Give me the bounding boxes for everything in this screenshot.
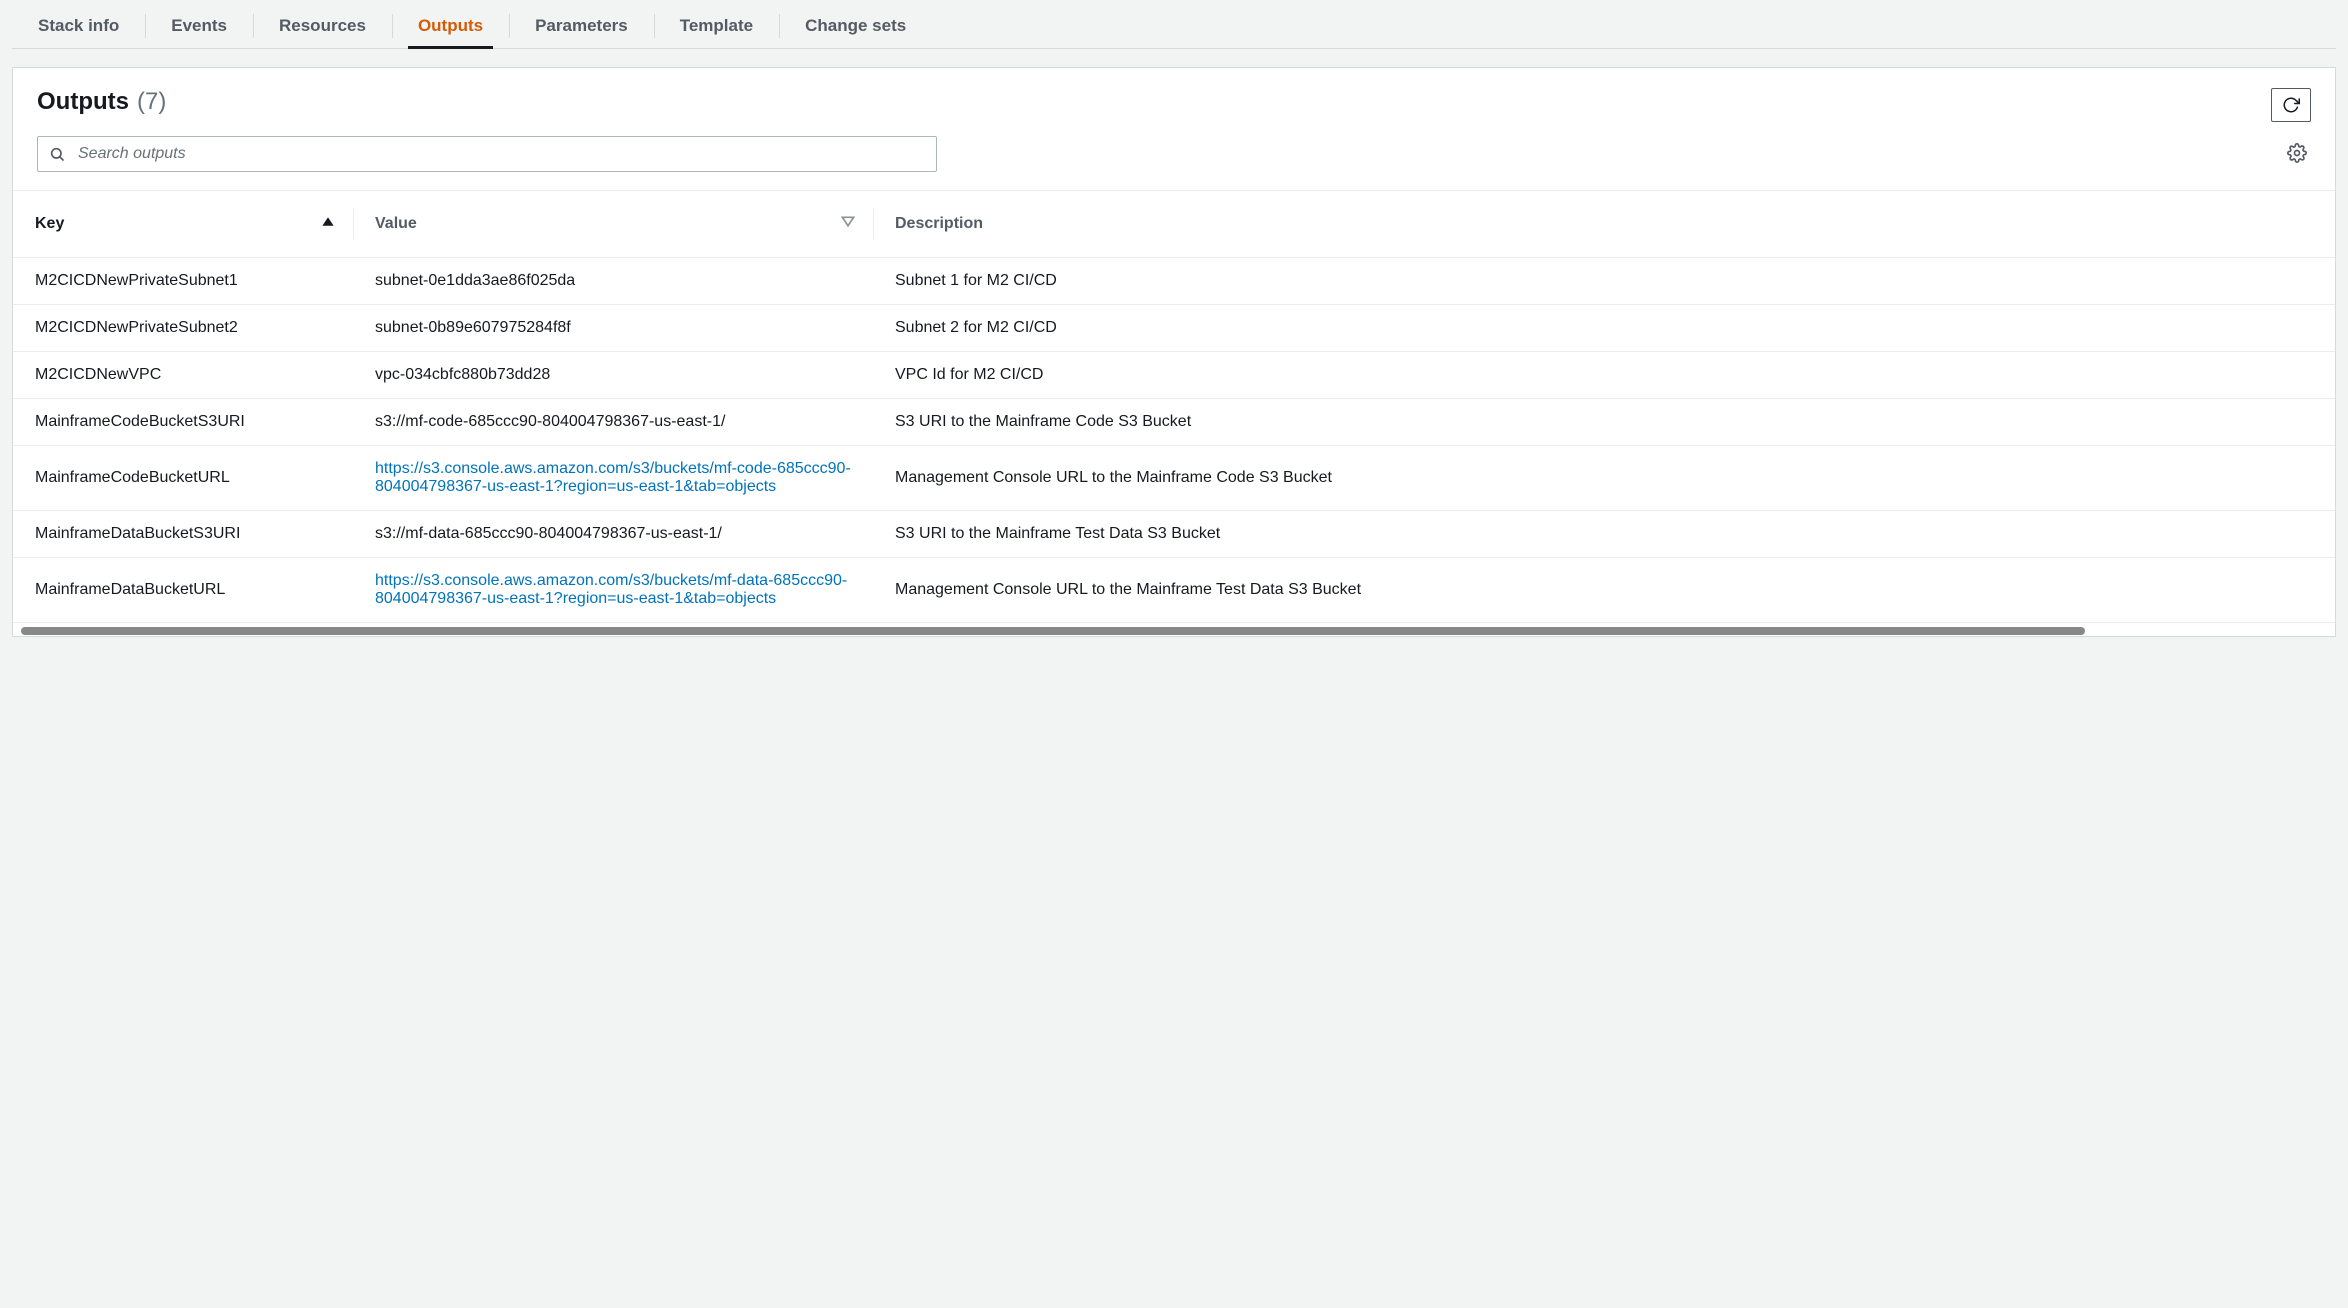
table-row: MainframeDataBucketS3URIs3://mf-data-685… xyxy=(13,511,2335,558)
cell-key: MainframeDataBucketS3URI xyxy=(13,511,353,558)
table-row: M2CICDNewVPCvpc-034cbfc880b73dd28VPC Id … xyxy=(13,352,2335,399)
cell-key: MainframeCodeBucketURL xyxy=(13,446,353,511)
cell-description: S3 URI to the Mainframe Code S3 Bucket xyxy=(873,399,2335,446)
outputs-panel: Outputs (7) Key xyxy=(12,67,2336,637)
column-header-description-label: Description xyxy=(895,215,983,232)
column-header-key[interactable]: Key xyxy=(13,191,353,258)
cell-description: Management Console URL to the Mainframe … xyxy=(873,558,2335,623)
cell-key: MainframeDataBucketURL xyxy=(13,558,353,623)
cell-key: M2CICDNewPrivateSubnet1 xyxy=(13,258,353,305)
settings-button[interactable] xyxy=(2283,139,2311,170)
table-row: MainframeCodeBucketS3URIs3://mf-code-685… xyxy=(13,399,2335,446)
refresh-button[interactable] xyxy=(2271,88,2311,122)
outputs-table-wrap: Key Value Description xyxy=(13,190,2335,622)
cell-description: VPC Id for M2 CI/CD xyxy=(873,352,2335,399)
cell-description: Subnet 1 for M2 CI/CD xyxy=(873,258,2335,305)
horizontal-scrollbar[interactable] xyxy=(13,622,2335,636)
cell-value: subnet-0e1dda3ae86f025da xyxy=(353,258,873,305)
table-row: M2CICDNewPrivateSubnet1subnet-0e1dda3ae8… xyxy=(13,258,2335,305)
cell-value: s3://mf-data-685ccc90-804004798367-us-ea… xyxy=(353,511,873,558)
search-icon xyxy=(49,146,65,162)
tabs-bar: Stack infoEventsResourcesOutputsParamete… xyxy=(12,0,2336,49)
column-header-value[interactable]: Value xyxy=(353,191,873,258)
cell-value: https://s3.console.aws.amazon.com/s3/buc… xyxy=(353,446,873,511)
value-link[interactable]: https://s3.console.aws.amazon.com/s3/buc… xyxy=(375,460,851,495)
value-link[interactable]: https://s3.console.aws.amazon.com/s3/buc… xyxy=(375,572,847,607)
cell-key: M2CICDNewPrivateSubnet2 xyxy=(13,305,353,352)
tab-changesets[interactable]: Change sets xyxy=(779,4,932,48)
tab-template[interactable]: Template xyxy=(654,4,779,48)
sort-none-icon xyxy=(841,215,855,234)
scrollbar-thumb[interactable] xyxy=(21,627,2085,635)
refresh-icon xyxy=(2282,96,2300,114)
tab-outputs[interactable]: Outputs xyxy=(392,4,509,48)
sort-asc-icon xyxy=(321,215,335,234)
search-input[interactable] xyxy=(37,136,937,172)
table-row: MainframeDataBucketURL https://s3.console… xyxy=(13,558,2335,623)
tab-resources[interactable]: Resources xyxy=(253,4,392,48)
cell-description: S3 URI to the Mainframe Test Data S3 Buc… xyxy=(873,511,2335,558)
column-header-description[interactable]: Description xyxy=(873,191,2335,258)
table-row: MainframeCodeBucketURL https://s3.console… xyxy=(13,446,2335,511)
panel-title: Outputs xyxy=(37,88,129,116)
table-row: M2CICDNewPrivateSubnet2subnet-0b89e60797… xyxy=(13,305,2335,352)
cell-key: MainframeCodeBucketS3URI xyxy=(13,399,353,446)
cell-key: M2CICDNewVPC xyxy=(13,352,353,399)
cell-description: Management Console URL to the Mainframe … xyxy=(873,446,2335,511)
gear-icon xyxy=(2287,143,2307,163)
cell-value: subnet-0b89e607975284f8f xyxy=(353,305,873,352)
tab-parameters[interactable]: Parameters xyxy=(509,4,654,48)
tab-stackinfo[interactable]: Stack info xyxy=(12,4,145,48)
cell-value: s3://mf-code-685ccc90-804004798367-us-ea… xyxy=(353,399,873,446)
outputs-table: Key Value Description xyxy=(13,191,2335,622)
cell-value: vpc-034cbfc880b73dd28 xyxy=(353,352,873,399)
panel-count: (7) xyxy=(137,88,166,116)
tab-events[interactable]: Events xyxy=(145,4,253,48)
cell-value: https://s3.console.aws.amazon.com/s3/buc… xyxy=(353,558,873,623)
cell-description: Subnet 2 for M2 CI/CD xyxy=(873,305,2335,352)
column-header-value-label: Value xyxy=(375,215,417,232)
column-header-key-label: Key xyxy=(35,215,64,232)
